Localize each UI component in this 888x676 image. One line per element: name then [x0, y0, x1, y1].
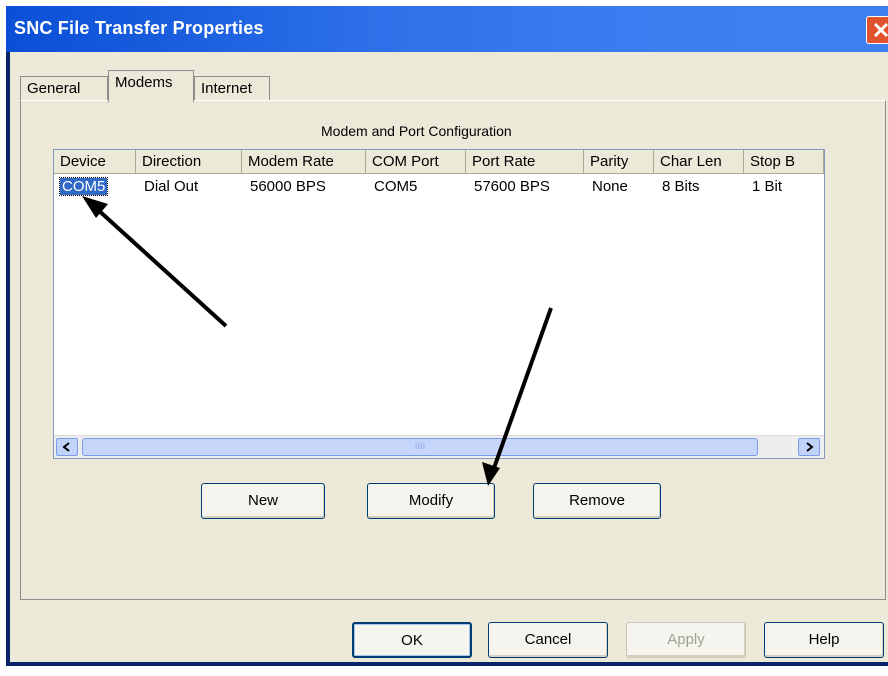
tab-internet[interactable]: Internet	[194, 76, 270, 102]
apply-button[interactable]: Apply	[626, 622, 746, 658]
chevron-right-icon	[806, 442, 814, 452]
dialog-window: SNC File Transfer Properties General Mod…	[6, 6, 888, 666]
new-button[interactable]: New	[201, 483, 325, 519]
col-stop-bits[interactable]: Stop B	[744, 150, 824, 174]
scroll-right-button[interactable]	[798, 438, 820, 456]
cell-modem-rate: 56000 BPS	[250, 178, 326, 195]
chevron-left-icon	[62, 442, 70, 452]
title-bar[interactable]: SNC File Transfer Properties	[6, 6, 888, 52]
col-parity[interactable]: Parity	[584, 150, 654, 174]
scroll-thumb[interactable]: IIII	[82, 438, 758, 456]
horizontal-scrollbar[interactable]: IIII	[54, 435, 824, 458]
window-title: SNC File Transfer Properties	[14, 18, 264, 38]
close-button[interactable]	[866, 16, 888, 44]
modify-button[interactable]: Modify	[367, 483, 495, 519]
col-char-len[interactable]: Char Len	[654, 150, 744, 174]
cell-parity: None	[592, 178, 628, 195]
col-device[interactable]: Device	[54, 150, 136, 174]
cell-char-len: 8 Bits	[662, 178, 700, 195]
close-icon	[873, 22, 888, 38]
group-label: Modem and Port Configuration	[321, 123, 512, 139]
remove-button[interactable]: Remove	[533, 483, 661, 519]
col-port-rate[interactable]: Port Rate	[466, 150, 584, 174]
tab-general[interactable]: General	[20, 76, 108, 102]
cell-com-port: COM5	[374, 178, 418, 195]
cancel-button[interactable]: Cancel	[488, 622, 608, 658]
col-com-port[interactable]: COM Port	[366, 150, 466, 174]
cell-device-text: COM5	[58, 177, 109, 196]
cell-device[interactable]: COM5	[54, 176, 109, 198]
list-header: Device Direction Modem Rate COM Port Por…	[54, 150, 824, 174]
dialog-client: General Modems Internet Modem and Port C…	[10, 52, 888, 662]
cell-direction: Dial Out	[144, 178, 199, 195]
modem-list[interactable]: Device Direction Modem Rate COM Port Por…	[53, 149, 825, 459]
modems-tab-panel: Modem and Port Configuration Device Dire…	[20, 100, 886, 600]
cell-stop-bits: 1 Bit	[752, 178, 783, 195]
col-direction[interactable]: Direction	[136, 150, 242, 174]
scroll-left-button[interactable]	[56, 438, 78, 456]
cell-port-rate: 57600 BPS	[474, 178, 550, 195]
col-modem-rate[interactable]: Modem Rate	[242, 150, 366, 174]
help-button[interactable]: Help	[764, 622, 884, 658]
tab-modems[interactable]: Modems	[108, 70, 194, 102]
ok-button[interactable]: OK	[352, 622, 472, 658]
